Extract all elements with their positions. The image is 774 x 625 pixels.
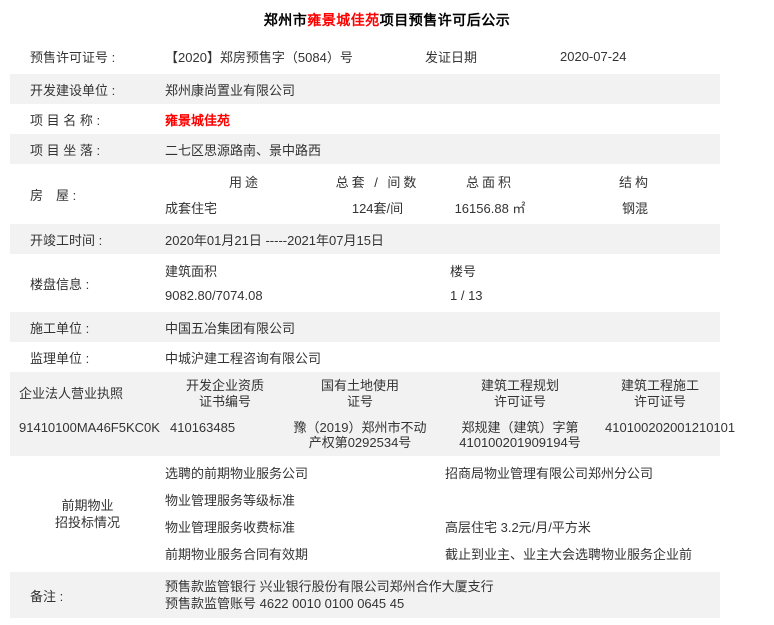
business-license-value: 91410100MA46F5KC0K: [19, 420, 160, 435]
row-project-name: 项 目 名 称 : 雍景城佳苑: [10, 104, 720, 134]
license-col-construction-permit: 建筑工程施工 许可证号: [620, 378, 699, 409]
presale-permit-label: 预售许可证号 :: [30, 49, 116, 65]
row-licenses: 企业法人营业执照 开发企业资质 证书编号 国有土地使用 证号 建筑工程规划 许可…: [10, 372, 735, 456]
license-col-business: 企业法人营业执照: [19, 386, 124, 401]
issue-date-value: 2020-07-24: [560, 48, 627, 64]
notice-table: 预售许可证号 : 【2020】郑房预售字（5084）号 发证日期 2020-07…: [10, 38, 735, 618]
page-title: 郑州市雍景城佳苑项目预售许可后公示: [0, 0, 774, 28]
house-area-value: 16156.88 ㎡: [454, 200, 526, 216]
issue-date-label: 发证日期: [425, 49, 478, 65]
property-item-service-grade: 物业管理服务等级标准: [165, 493, 296, 508]
construction-permit-value: 410100202001210101: [605, 420, 736, 435]
title-project-name: 雍景城佳苑: [307, 12, 380, 28]
developer-label: 开发建设单位 :: [30, 82, 116, 98]
property-item-company: 选聘的前期物业服务公司 招商局物业管理有限公司郑州分公司: [165, 466, 654, 481]
qualification-cert-value: 410163485: [170, 420, 236, 435]
house-header-line: 用途 总套 / 间数 总面积 结构: [165, 168, 720, 194]
building-number-value: 1 / 13: [450, 288, 483, 303]
house-label: 房 屋 :: [30, 187, 77, 203]
supervisor-value: 中城沪建工程咨询有限公司: [165, 350, 322, 366]
construction-period-label: 开竣工时间 :: [30, 232, 103, 248]
project-name-label: 项 目 名 称 :: [30, 112, 101, 128]
remark-account-line: 预售款监管账号 4622 0010 0100 0645 45: [165, 596, 405, 611]
license-col-land-use: 国有土地使用 证号: [320, 378, 399, 409]
project-name-value: 雍景城佳苑: [165, 112, 231, 128]
building-area-label: 建筑面积: [165, 264, 218, 279]
remark-label: 备注 :: [30, 588, 64, 604]
title-prefix: 郑州市: [263, 12, 308, 28]
row-remark: 备注 : 预售款监管银行 兴业银行股份有限公司郑州合作大厦支行 预售款监管账号 …: [10, 572, 720, 618]
house-structure-value: 钢混: [621, 200, 648, 216]
building-value-line: 9082.80/7074.08 1 / 13: [165, 283, 720, 308]
house-usage-value: 成套住宅: [165, 200, 218, 216]
row-project-location: 项 目 坐 落 : 二七区思源路南、景中路西: [10, 134, 720, 164]
building-number-label: 楼号: [450, 264, 477, 279]
house-table: 用途 总套 / 间数 总面积 结构 成套住宅 124套/间 16156.88 ㎡…: [165, 168, 720, 220]
license-col-planning: 建筑工程规划 许可证号: [480, 378, 559, 409]
license-value-line: 91410100MA46F5KC0K 410163485 豫（2019）郑州市不…: [10, 420, 735, 450]
house-col-area: 总面积: [465, 174, 514, 190]
license-header-line: 企业法人营业执照 开发企业资质 证书编号 国有土地使用 证号 建筑工程规划 许可…: [10, 378, 720, 410]
row-presale-permit: 预售许可证号 : 【2020】郑房预售字（5084）号 发证日期 2020-07…: [10, 38, 720, 74]
constructor-label: 施工单位 :: [30, 320, 90, 336]
building-info-table: 建筑面积 楼号 9082.80/7074.08 1 / 13: [165, 258, 720, 308]
property-item-contract-validity: 前期物业服务合同有效期 截止到业主、业主大会选聘物业服务企业前: [165, 547, 693, 562]
land-use-cert-value: 豫（2019）郑州市不动产权第0292534号: [293, 420, 427, 450]
house-col-usage: 用途: [228, 174, 261, 190]
row-house: 房 屋 : 用途 总套 / 间数 总面积 结构 成套住宅 124套/间 1615…: [10, 164, 720, 224]
constructor-value: 中国五冶集团有限公司: [165, 320, 296, 336]
building-header-line: 建筑面积 楼号: [165, 258, 720, 283]
house-units-value: 124套/间: [351, 200, 404, 216]
row-building-info: 楼盘信息 : 建筑面积 楼号 9082.80/7074.08 1 / 13: [10, 254, 720, 312]
remark-value: 预售款监管银行 兴业银行股份有限公司郑州合作大厦支行 预售款监管账号 4622 …: [165, 578, 720, 612]
title-suffix: 项目预售许可后公示: [379, 12, 511, 28]
house-col-structure: 结构: [618, 174, 651, 190]
row-construction-period: 开竣工时间 : 2020年01月21日 -----2021年07月15日: [10, 224, 720, 254]
remark-bank-line: 预售款监管银行 兴业银行股份有限公司郑州合作大厦支行: [165, 579, 494, 594]
row-constructor: 施工单位 : 中国五冶集团有限公司: [10, 312, 720, 342]
building-area-value: 9082.80/7074.08: [165, 288, 263, 303]
property-item-fee-standard: 物业管理服务收费标准 高层住宅 3.2元/月/平方米: [165, 520, 591, 535]
project-location-label: 项 目 坐 落 :: [30, 142, 101, 158]
planning-permit-value: 郑规建（建筑）字第410100201909194号: [459, 420, 581, 450]
property-bidding-items: 选聘的前期物业服务公司 招商局物业管理有限公司郑州分公司 物业管理服务等级标准 …: [165, 460, 720, 568]
project-location-value: 二七区思源路南、景中路西: [165, 142, 322, 158]
house-col-units: 总套 / 间数: [335, 174, 420, 190]
presale-permit-number: 【2020】郑房预售字（5084）号: [165, 49, 353, 65]
row-supervisor: 监理单位 : 中城沪建工程咨询有限公司: [10, 342, 720, 372]
construction-period-value: 2020年01月21日 -----2021年07月15日: [165, 232, 384, 248]
row-developer: 开发建设单位 : 郑州康尚置业有限公司: [10, 74, 720, 104]
building-info-label: 楼盘信息 :: [30, 276, 90, 292]
license-col-qualification: 开发企业资质 证书编号: [185, 378, 264, 409]
supervisor-label: 监理单位 :: [30, 350, 90, 366]
row-property-bidding: 前期物业 招投标情况 选聘的前期物业服务公司 招商局物业管理有限公司郑州分公司 …: [10, 456, 720, 572]
developer-value: 郑州康尚置业有限公司: [165, 82, 296, 98]
property-bidding-label: 前期物业 招投标情况: [54, 498, 120, 530]
house-value-line: 成套住宅 124套/间 16156.88 ㎡ 钢混: [165, 194, 720, 220]
